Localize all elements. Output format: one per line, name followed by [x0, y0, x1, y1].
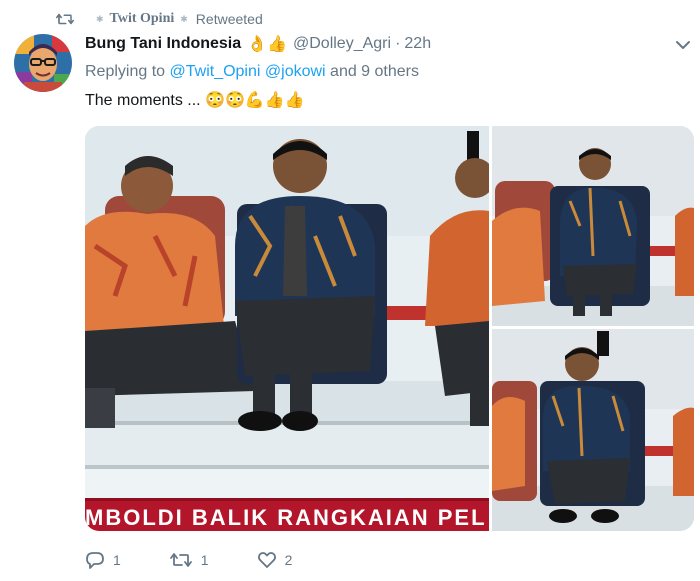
retweet-icon	[56, 13, 74, 25]
star-bullet-icon: ✱	[96, 13, 104, 24]
tweet-actions: 1 1 2	[85, 548, 340, 572]
retweeted-label: Retweeted	[195, 11, 263, 27]
like-count: 2	[284, 552, 293, 568]
replying-to: Replying to @Twit_Opini @jokowi and 9 ot…	[85, 63, 419, 81]
author-emoji: 👌👍	[247, 36, 287, 53]
author-handle[interactable]: @Dolley_Agri	[293, 35, 391, 53]
chevron-down-icon[interactable]	[674, 38, 692, 52]
retweet-icon	[169, 553, 192, 567]
retweet-count: 1	[200, 552, 209, 568]
retweet-context: ✱ Twit Opini ✱ Retweeted	[56, 10, 263, 28]
retweet-button[interactable]: 1	[169, 550, 209, 570]
tweet-text: The moments ... 😳😳💪👍👍	[85, 92, 305, 109]
banner-caption: MBOLDI BALIK RANGKAIAN PEL	[85, 505, 487, 530]
mention-link[interactable]: @Twit_Opini	[170, 63, 261, 80]
tweet-timestamp[interactable]: 22h	[404, 35, 431, 53]
media-grid[interactable]: MBOLDI BALIK RANGKAIAN PEL	[85, 126, 694, 531]
like-button[interactable]: 2	[257, 550, 293, 570]
reply-suffix[interactable]: and 9 others	[326, 63, 419, 80]
heart-icon	[257, 552, 276, 568]
avatar[interactable]	[14, 34, 72, 92]
star-bullet-icon: ✱	[180, 13, 188, 24]
separator-dot: ·	[395, 35, 401, 52]
author-name[interactable]: Bung Tani Indonesia	[85, 35, 241, 53]
photo-main[interactable]: MBOLDI BALIK RANGKAIAN PEL	[85, 126, 495, 531]
reply-icon	[86, 552, 104, 569]
retweeter-name[interactable]: Twit Opini	[110, 11, 175, 27]
photo-top-right[interactable]	[492, 126, 694, 326]
reply-count: 1	[113, 552, 121, 568]
mention-link[interactable]: @jokowi	[265, 63, 326, 80]
reply-prefix: Replying to	[85, 63, 170, 80]
tweet-header: Bung Tani Indonesia 👌👍 @Dolley_Agri · 22…	[85, 33, 431, 55]
photo-bottom-right[interactable]	[492, 329, 694, 531]
reply-button[interactable]: 1	[85, 550, 121, 570]
